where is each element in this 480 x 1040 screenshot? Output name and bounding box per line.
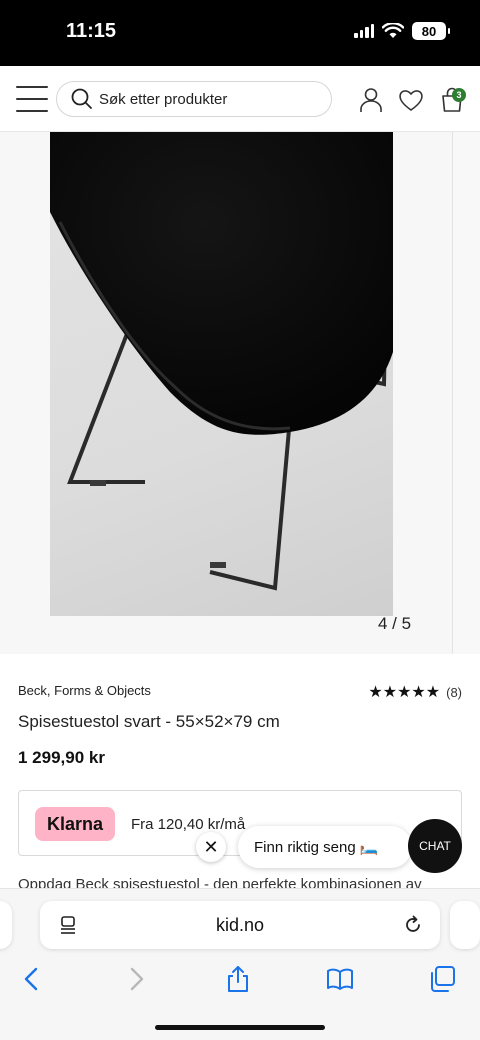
chat-prompt-bubble[interactable]: Finn riktig seng 🛏️ <box>238 826 412 868</box>
status-bar: 11:15 80 <box>0 0 480 66</box>
rating[interactable]: ★★★★★ (8) <box>368 682 462 702</box>
signal-icon <box>354 24 374 38</box>
account-icon[interactable] <box>357 86 385 114</box>
browser-toolbar: kid.no <box>0 888 480 1040</box>
heart-icon[interactable] <box>397 86 425 114</box>
status-time: 11:15 <box>66 20 117 42</box>
wifi-icon <box>382 23 404 38</box>
product-title: Spisestuestol svart - 55×52×79 cm <box>18 712 280 731</box>
next-image-peek[interactable] <box>452 132 480 654</box>
next-tab-peek[interactable] <box>450 901 480 949</box>
status-icons: 80 <box>354 22 450 40</box>
reload-icon[interactable] <box>402 914 424 936</box>
cart-count-badge: 3 <box>452 88 466 102</box>
gallery-counter: 4 / 5 <box>378 614 412 633</box>
search-input[interactable]: Søk etter produkter <box>56 81 332 117</box>
cart-button[interactable]: 3 <box>438 86 466 114</box>
back-icon[interactable] <box>18 965 46 993</box>
tabs-icon[interactable] <box>428 965 456 993</box>
chat-button[interactable]: CHAT <box>408 819 462 873</box>
product-gallery[interactable]: 4 / 5 <box>0 132 480 654</box>
forward-icon[interactable] <box>122 965 150 993</box>
menu-icon[interactable] <box>16 86 48 112</box>
star-rating-icon: ★★★★★ <box>368 684 441 701</box>
battery-icon: 80 <box>412 22 450 40</box>
product-image[interactable] <box>50 132 393 616</box>
home-indicator <box>155 1025 325 1030</box>
address-bar[interactable]: kid.no <box>40 901 440 949</box>
search-placeholder: Søk etter produkter <box>99 90 228 108</box>
klarna-text: Fra 120,40 kr/må <box>131 816 246 833</box>
share-icon[interactable] <box>224 965 252 993</box>
chair-illustration <box>50 132 393 591</box>
rating-count: (8) <box>446 684 462 700</box>
chat-close-button[interactable]: ✕ <box>196 832 226 862</box>
product-price: 1 299,90 kr <box>18 748 105 767</box>
search-icon <box>71 88 92 109</box>
brand-link[interactable]: Beck, Forms & Objects <box>18 683 151 698</box>
klarna-logo: Klarna <box>35 807 115 841</box>
url-text: kid.no <box>215 915 265 935</box>
bookmarks-icon[interactable] <box>326 965 354 993</box>
site-header: Søk etter produkter 3 <box>0 66 480 132</box>
previous-tab-peek[interactable] <box>0 901 12 949</box>
